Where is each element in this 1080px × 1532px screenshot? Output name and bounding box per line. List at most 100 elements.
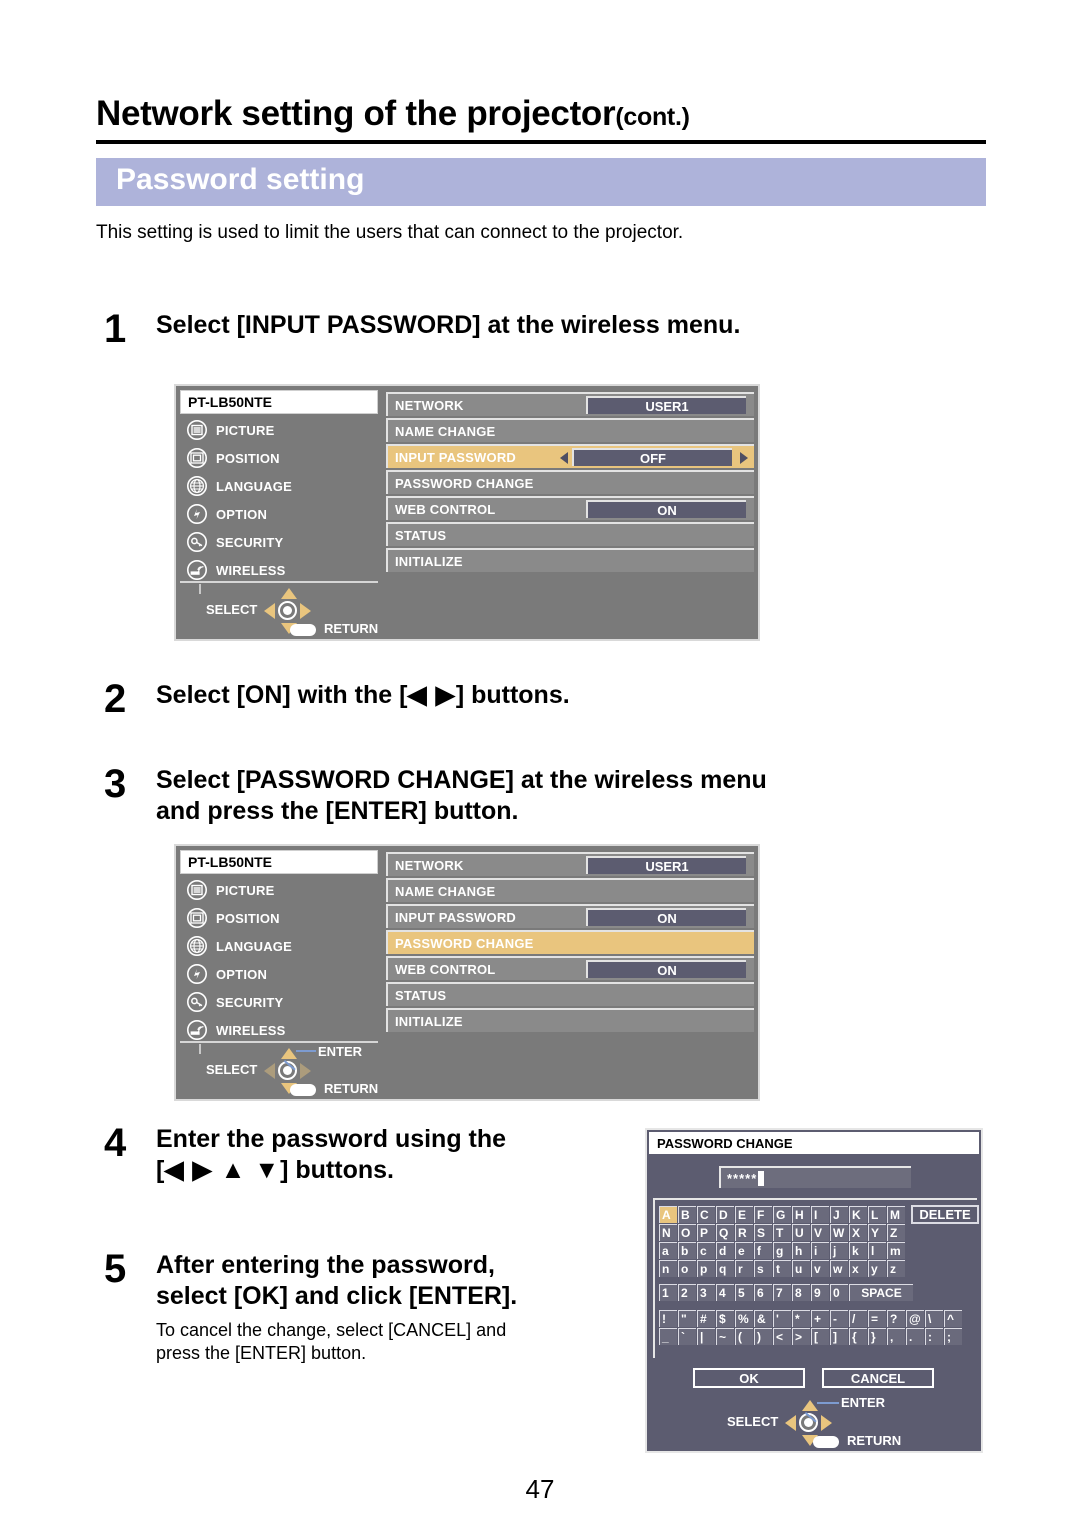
sidebar-item-wireless[interactable]: WIRELESS [180, 556, 378, 584]
key-minus[interactable]: - [830, 1310, 848, 1327]
password-input[interactable]: ***** [719, 1166, 911, 1188]
menu-item-initialize[interactable]: INITIALIZE [386, 1008, 754, 1032]
key-u[interactable]: u [792, 1260, 810, 1277]
key-X[interactable]: X [849, 1224, 867, 1241]
key-P[interactable]: P [697, 1224, 715, 1241]
sidebar-item-security[interactable]: SECURITY [180, 988, 378, 1016]
key-caret[interactable]: ^ [944, 1310, 962, 1327]
key-7[interactable]: 7 [773, 1284, 791, 1301]
key-asterisk[interactable]: * [792, 1310, 810, 1327]
key-colon[interactable]: : [925, 1328, 943, 1345]
value-decrease-arrow-icon[interactable] [560, 452, 568, 464]
key-o[interactable]: o [678, 1260, 696, 1277]
key-Q[interactable]: Q [716, 1224, 734, 1241]
key-b[interactable]: b [678, 1242, 696, 1259]
key-V[interactable]: V [811, 1224, 829, 1241]
sidebar-item-option[interactable]: OPTION [180, 500, 378, 528]
key-a[interactable]: a [659, 1242, 677, 1259]
menu-item-web-control[interactable]: WEB CONTROL ON [386, 496, 754, 520]
key-3[interactable]: 3 [697, 1284, 715, 1301]
key-t[interactable]: t [773, 1260, 791, 1277]
key-underscore[interactable]: _ [659, 1328, 677, 1345]
menu-item-network[interactable]: NETWORK USER1 [386, 392, 754, 416]
key-comma[interactable]: , [887, 1328, 905, 1345]
key-w[interactable]: w [830, 1260, 848, 1277]
key-slash[interactable]: / [849, 1310, 867, 1327]
key-K[interactable]: K [849, 1206, 867, 1223]
sidebar-item-option[interactable]: OPTION [180, 960, 378, 988]
sidebar-item-language[interactable]: LANGUAGE [180, 472, 378, 500]
key-paren-close[interactable]: ) [754, 1328, 772, 1345]
key-question[interactable]: ? [887, 1310, 905, 1327]
sidebar-item-position[interactable]: POSITION [180, 444, 378, 472]
key-bracket-open[interactable]: [ [811, 1328, 829, 1345]
key-M[interactable]: M [887, 1206, 905, 1223]
key-k[interactable]: k [849, 1242, 867, 1259]
key-apostrophe[interactable]: ' [773, 1310, 791, 1327]
key-exclamation[interactable]: ! [659, 1310, 677, 1327]
key-e[interactable]: e [735, 1242, 753, 1259]
key-g[interactable]: g [773, 1242, 791, 1259]
key-c[interactable]: c [697, 1242, 715, 1259]
key-F[interactable]: F [754, 1206, 772, 1223]
menu-item-name-change[interactable]: NAME CHANGE [386, 878, 754, 902]
key-x[interactable]: x [849, 1260, 867, 1277]
key-period[interactable]: . [906, 1328, 924, 1345]
key-S[interactable]: S [754, 1224, 772, 1241]
key-v[interactable]: v [811, 1260, 829, 1277]
key-q[interactable]: q [716, 1260, 734, 1277]
key-f[interactable]: f [754, 1242, 772, 1259]
value-increase-arrow-icon[interactable] [740, 452, 748, 464]
key-percent[interactable]: % [735, 1310, 753, 1327]
key-d[interactable]: d [716, 1242, 734, 1259]
key-Z[interactable]: Z [887, 1224, 905, 1241]
key-j[interactable]: j [830, 1242, 848, 1259]
key-y[interactable]: y [868, 1260, 886, 1277]
key-L[interactable]: L [868, 1206, 886, 1223]
key-at[interactable]: @ [906, 1310, 924, 1327]
sidebar-item-wireless[interactable]: WIRELESS [180, 1016, 378, 1044]
key-R[interactable]: R [735, 1224, 753, 1241]
key-less-than[interactable]: < [773, 1328, 791, 1345]
key-s[interactable]: s [754, 1260, 772, 1277]
menu-item-name-change[interactable]: NAME CHANGE [386, 418, 754, 442]
key-H[interactable]: H [792, 1206, 810, 1223]
key-9[interactable]: 9 [811, 1284, 829, 1301]
menu-item-password-change[interactable]: PASSWORD CHANGE [386, 470, 754, 494]
delete-key[interactable]: DELETE [911, 1205, 979, 1224]
key-bracket-close[interactable]: ] [830, 1328, 848, 1345]
key-z[interactable]: z [887, 1260, 905, 1277]
key-T[interactable]: T [773, 1224, 791, 1241]
key-pipe[interactable]: | [697, 1328, 715, 1345]
key-dollar[interactable]: $ [716, 1310, 734, 1327]
key-tilde[interactable]: ~ [716, 1328, 734, 1345]
key-U[interactable]: U [792, 1224, 810, 1241]
menu-item-initialize[interactable]: INITIALIZE [386, 548, 754, 572]
key-O[interactable]: O [678, 1224, 696, 1241]
menu-item-status[interactable]: STATUS [386, 982, 754, 1006]
ok-button[interactable]: OK [693, 1368, 805, 1388]
menu-item-input-password[interactable]: INPUT PASSWORD OFF [386, 444, 754, 468]
key-6[interactable]: 6 [754, 1284, 772, 1301]
sidebar-item-security[interactable]: SECURITY [180, 528, 378, 556]
menu-item-network[interactable]: NETWORK USER1 [386, 852, 754, 876]
key-quote[interactable]: " [678, 1310, 696, 1327]
menu-item-status[interactable]: STATUS [386, 522, 754, 546]
key-J[interactable]: J [830, 1206, 848, 1223]
key-C[interactable]: C [697, 1206, 715, 1223]
sidebar-item-position[interactable]: POSITION [180, 904, 378, 932]
sidebar-item-language[interactable]: LANGUAGE [180, 932, 378, 960]
key-semicolon[interactable]: ; [944, 1328, 962, 1345]
key-hash[interactable]: # [697, 1310, 715, 1327]
key-E[interactable]: E [735, 1206, 753, 1223]
menu-item-web-control[interactable]: WEB CONTROL ON [386, 956, 754, 980]
key-backslash[interactable]: \ [925, 1310, 943, 1327]
key-h[interactable]: h [792, 1242, 810, 1259]
key-1[interactable]: 1 [659, 1284, 677, 1301]
key-paren-open[interactable]: ( [735, 1328, 753, 1345]
key-5[interactable]: 5 [735, 1284, 753, 1301]
key-4[interactable]: 4 [716, 1284, 734, 1301]
key-2[interactable]: 2 [678, 1284, 696, 1301]
key-m[interactable]: m [887, 1242, 905, 1259]
key-brace-close[interactable]: } [868, 1328, 886, 1345]
